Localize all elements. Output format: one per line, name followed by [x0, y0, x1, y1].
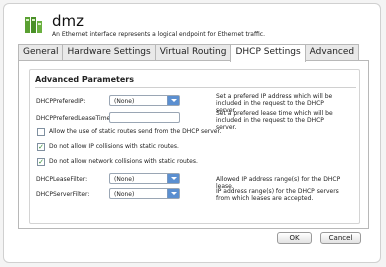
prefered-ip-value: (None) — [114, 98, 135, 105]
ethernet-interface-icon — [24, 15, 44, 35]
chevron-down-icon — [167, 189, 179, 198]
chevron-down-icon — [167, 174, 179, 183]
tab-advanced[interactable]: Advanced — [304, 44, 360, 61]
prefered-ip-select[interactable]: (None) — [109, 95, 180, 106]
page-subtitle: An Ethernet interface represents a logic… — [52, 31, 265, 38]
prefered-ip-label: DHCPPreferedIP: — [36, 98, 86, 105]
advanced-parameters-section: Advanced Parameters DHCPPreferedIP: (Non… — [29, 69, 360, 224]
lease-filter-label: DHCPLeaseFilter: — [36, 176, 88, 183]
ip-collisions-checkbox[interactable]: ✓ — [37, 143, 45, 151]
server-filter-description: IP address range(s) for the DHCP servers… — [216, 188, 339, 202]
server-filter-value: (None) — [114, 191, 135, 198]
tab-hardware-settings[interactable]: Hardware Settings — [62, 44, 156, 61]
server-filter-label: DHCPServerFilter: — [36, 191, 90, 198]
dialog: dmz An Ethernet interface represents a l… — [3, 3, 381, 263]
cancel-button[interactable]: Cancel — [320, 232, 361, 244]
tab-general[interactable]: General — [18, 44, 64, 61]
static-routes-checkbox[interactable] — [37, 128, 45, 136]
prefered-lease-description: Set a prefered lease time which will be … — [216, 110, 333, 131]
static-routes-label: Allow the use of static routes send from… — [49, 128, 222, 135]
tab-virtual-routing[interactable]: Virtual Routing — [154, 44, 232, 61]
tab-bar: General Hardware Settings Virtual Routin… — [18, 44, 360, 62]
prefered-lease-label: DHCPPreferedLeaseTime: — [36, 115, 113, 122]
net-collisions-label: Do not allow network collisions with sta… — [49, 158, 198, 165]
server-filter-select[interactable]: (None) — [109, 188, 180, 199]
tab-panel: Advanced Parameters DHCPPreferedIP: (Non… — [18, 60, 369, 229]
section-title: Advanced Parameters — [35, 75, 135, 84]
chevron-down-icon — [167, 96, 179, 105]
prefered-lease-input[interactable] — [109, 112, 180, 123]
lease-filter-value: (None) — [114, 176, 135, 183]
net-collisions-checkbox[interactable]: ✓ — [37, 158, 45, 166]
ok-button[interactable]: OK — [277, 232, 312, 244]
page-title: dmz — [52, 12, 85, 30]
tab-dhcp-settings[interactable]: DHCP Settings — [230, 44, 306, 62]
ip-collisions-label: Do not allow IP collisions with static r… — [49, 143, 179, 150]
section-divider — [35, 87, 356, 88]
lease-filter-select[interactable]: (None) — [109, 173, 180, 184]
